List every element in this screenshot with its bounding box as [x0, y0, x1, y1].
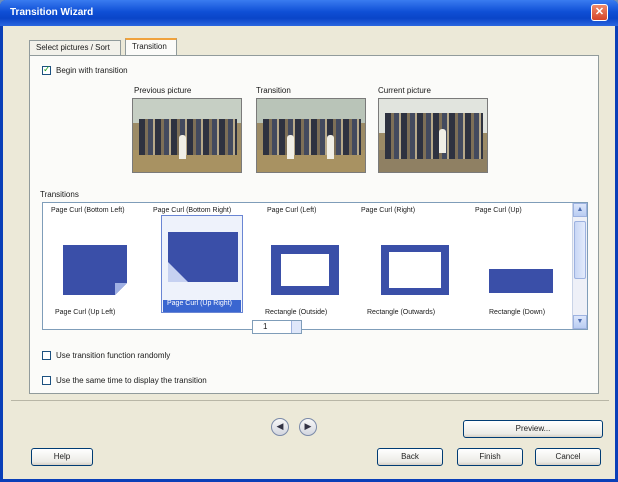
transition-item[interactable]: [381, 245, 449, 295]
transition-item-label: Rectangle (Down): [489, 309, 546, 316]
back-button[interactable]: Back: [377, 448, 443, 466]
transition-top-label: Page Curl (Right): [361, 207, 416, 214]
transitions-scrollbar[interactable]: ▲ ▼: [572, 203, 587, 329]
tab-transition[interactable]: Transition: [125, 38, 177, 56]
transition-item[interactable]: [489, 263, 553, 293]
transition-top-label: Page Curl (Bottom Right): [153, 207, 232, 214]
scroll-up-button[interactable]: ▲: [573, 203, 587, 217]
close-icon: ✕: [594, 6, 605, 18]
chevron-down-icon: ▼: [576, 318, 584, 325]
transition-panel: Begin with transition Previous picture T…: [29, 55, 599, 394]
begin-with-transition-checkbox[interactable]: [42, 64, 51, 75]
page-curl-icon: [63, 245, 127, 295]
same-duration-checkbox[interactable]: [42, 376, 51, 385]
window-title: Transition Wizard: [10, 7, 94, 18]
scroll-thumb[interactable]: [574, 221, 586, 279]
cancel-button[interactable]: Cancel: [535, 448, 601, 466]
duration-spinner[interactable]: 1: [252, 320, 302, 334]
current-picture-image: [378, 98, 488, 173]
duration-value: 1: [263, 322, 268, 331]
transition-item[interactable]: [63, 245, 127, 295]
random-transition-label: Use transition function randomly: [56, 351, 171, 360]
page-curl-icon: [168, 262, 188, 282]
transitions-list[interactable]: Page Curl (Bottom Left) Page Curl (Botto…: [42, 202, 588, 330]
rectangle-icon: [271, 245, 339, 295]
transition-top-label: Page Curl (Up): [475, 207, 522, 214]
transitions-section-label: Transitions: [40, 190, 79, 199]
transition-item-selected[interactable]: Page Curl (Up Right): [161, 215, 243, 313]
help-button[interactable]: Help: [31, 448, 93, 466]
rectangle-icon: [381, 245, 449, 295]
spinner-arrows[interactable]: [291, 321, 301, 333]
close-button[interactable]: ✕: [591, 4, 608, 21]
scroll-down-button[interactable]: ▼: [573, 315, 587, 329]
transition-top-label: Page Curl (Bottom Left): [51, 207, 125, 214]
transition-preview-image: [256, 98, 366, 173]
transition-item-label: Rectangle (Outside): [265, 309, 328, 316]
divider: [11, 400, 609, 401]
transition-top-label: Page Curl (Left): [267, 207, 317, 214]
previous-picture-image: [132, 98, 242, 173]
transition-item[interactable]: [271, 245, 339, 295]
previous-picture-label: Previous picture: [134, 86, 192, 95]
begin-with-transition-label: Begin with transition: [56, 66, 128, 75]
tab-select-pictures[interactable]: Select pictures / Sort: [29, 40, 121, 55]
arrow-left-icon: ◀: [276, 421, 284, 431]
random-transition-checkbox[interactable]: [42, 351, 51, 360]
arrow-right-icon: ▶: [304, 421, 312, 431]
finish-button[interactable]: Finish: [457, 448, 523, 466]
transition-item-label: Page Curl (Up Left): [55, 309, 116, 316]
preview-button[interactable]: Preview...: [463, 420, 603, 438]
previous-page-button[interactable]: ◀: [271, 418, 289, 436]
transition-wizard-window: Transition Wizard ✕ Select pictures / So…: [0, 0, 618, 482]
current-picture-label: Current picture: [378, 86, 431, 95]
transition-preview-label: Transition: [256, 86, 291, 95]
rectangle-icon: [489, 269, 553, 293]
same-duration-label: Use the same time to display the transit…: [56, 376, 207, 385]
transition-item-label: Rectangle (Outwards): [367, 309, 436, 316]
next-page-button[interactable]: ▶: [299, 418, 317, 436]
chevron-up-icon: ▲: [576, 206, 584, 213]
transition-item-label: Page Curl (Up Right): [163, 300, 241, 312]
title-bar[interactable]: Transition Wizard ✕: [0, 0, 618, 26]
